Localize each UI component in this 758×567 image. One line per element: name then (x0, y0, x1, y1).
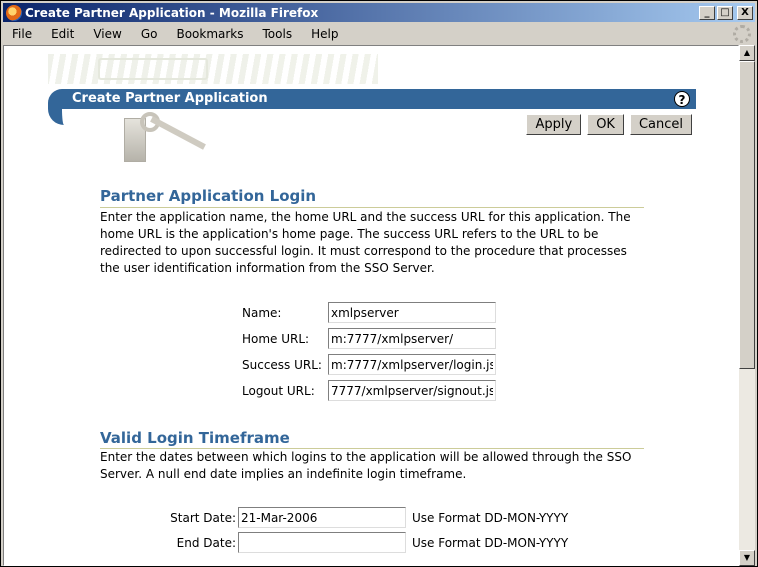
menu-view[interactable]: View (84, 27, 131, 41)
cancel-button[interactable]: Cancel (629, 114, 692, 135)
logout-url-row: Logout URL: (190, 380, 496, 401)
maximize-button[interactable]: □ (717, 5, 733, 20)
vertical-scrollbar[interactable]: ▲ ▼ (739, 45, 755, 566)
close-button[interactable]: X (737, 5, 753, 20)
end-date-format: Use Format DD-MON-YYYY (412, 535, 569, 550)
name-row: Name: (190, 302, 496, 323)
login-description: Enter the application name, the home URL… (100, 210, 631, 275)
apply-button[interactable]: Apply (526, 114, 582, 135)
menu-go[interactable]: Go (132, 27, 168, 41)
ok-button[interactable]: OK (587, 114, 624, 135)
header-curve (48, 109, 84, 125)
menu-tools[interactable]: Tools (254, 27, 303, 41)
name-label: Name: (242, 305, 282, 320)
timeframe-section-title: Valid Login Timeframe (100, 429, 290, 447)
server-key-icon (104, 110, 214, 168)
end-date-row: End Date: Use Format DD-MON-YYYY (168, 532, 568, 553)
page-header: Create Partner Application ? (48, 89, 696, 109)
page-content: Create Partner Application ? Apply OK Ca… (3, 45, 739, 566)
success-url-input[interactable] (328, 354, 496, 375)
throbber-icon (733, 25, 751, 43)
logout-url-input[interactable] (328, 380, 496, 401)
start-date-label: Start Date: (170, 510, 236, 525)
oracle-logo-icon (98, 58, 208, 80)
scroll-up-button[interactable]: ▲ (739, 45, 755, 61)
start-date-format: Use Format DD-MON-YYYY (412, 510, 569, 525)
scroll-down-button[interactable]: ▼ (739, 550, 755, 566)
menu-help[interactable]: Help (302, 27, 348, 41)
menu-file[interactable]: File (3, 27, 42, 41)
menu-bar: File Edit View Go Bookmarks Tools Help (3, 24, 755, 44)
menu-bookmarks[interactable]: Bookmarks (167, 27, 253, 41)
name-input[interactable] (328, 302, 496, 323)
menu-edit[interactable]: Edit (42, 27, 84, 41)
home-url-input[interactable] (328, 328, 496, 349)
section-divider (100, 207, 644, 208)
end-date-input[interactable] (238, 532, 406, 553)
action-buttons: Apply OK Cancel (526, 114, 692, 135)
home-url-row: Home URL: (190, 328, 496, 349)
oracle-banner (48, 54, 378, 84)
title-bar: Create Partner Application - Mozilla Fir… (3, 3, 755, 22)
help-icon[interactable]: ? (674, 91, 690, 107)
browser-window: Create Partner Application - Mozilla Fir… (0, 0, 758, 567)
login-section-title: Partner Application Login (100, 187, 317, 205)
end-date-label: End Date: (176, 535, 236, 550)
firefox-icon (6, 4, 22, 21)
success-url-row: Success URL: (190, 354, 496, 375)
home-url-label: Home URL: (242, 331, 310, 346)
window-controls: _ □ X (699, 5, 753, 20)
scroll-thumb[interactable] (739, 61, 755, 369)
start-date-row: Start Date: Use Format DD-MON-YYYY (168, 507, 568, 528)
page-title: Create Partner Application (72, 91, 268, 106)
minimize-button[interactable]: _ (699, 5, 715, 20)
window-title: Create Partner Application - Mozilla Fir… (25, 5, 319, 20)
logout-url-label: Logout URL: (242, 383, 315, 398)
key-icon (150, 116, 206, 150)
timeframe-description: Enter the dates between which logins to … (100, 450, 632, 481)
start-date-input[interactable] (238, 507, 406, 528)
success-url-label: Success URL: (242, 357, 322, 372)
